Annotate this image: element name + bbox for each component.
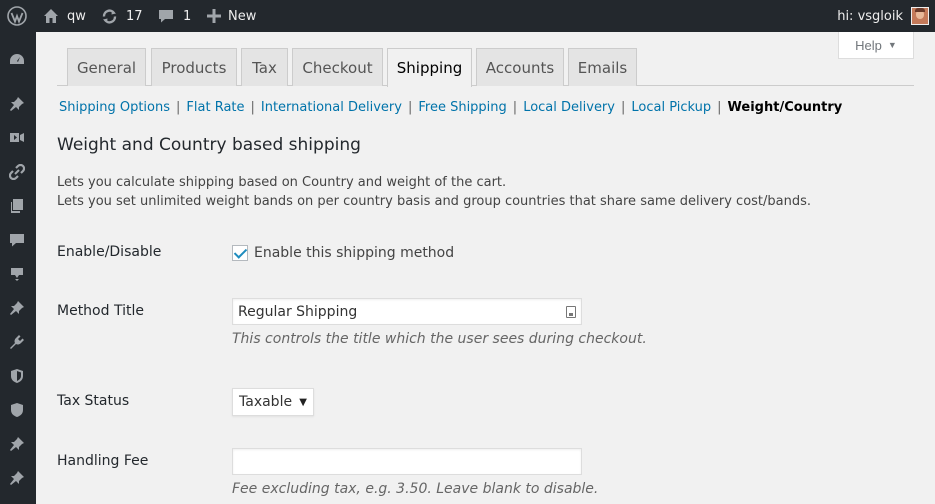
- subnav-shipping-options[interactable]: Shipping Options: [59, 100, 170, 115]
- tab-tax[interactable]: Tax: [241, 48, 288, 86]
- avatar: [911, 7, 929, 25]
- contact-card-icon[interactable]: [566, 306, 576, 318]
- subnav-local-delivery[interactable]: Local Delivery: [523, 100, 615, 115]
- subnav-local-pickup[interactable]: Local Pickup: [631, 100, 711, 115]
- tax-status-label: Tax Status: [57, 393, 130, 409]
- account-greeting: hi: vsgloik: [837, 8, 903, 24]
- description-line: Lets you calculate shipping based on Cou…: [57, 175, 507, 190]
- wordpress-logo-button[interactable]: [0, 0, 33, 32]
- tab-general[interactable]: General: [67, 48, 146, 86]
- handling-fee-label: Handling Fee: [57, 453, 149, 469]
- dropdown-arrow-icon: ▼: [299, 396, 307, 408]
- plugins-icon[interactable]: [7, 332, 27, 352]
- subnav-separator: |: [176, 100, 181, 115]
- tab-emails[interactable]: Emails: [568, 48, 637, 86]
- handling-fee-field: [232, 448, 582, 475]
- shipping-subnav: Shipping Options | Flat Rate | International…: [59, 100, 842, 115]
- method-title-label: Method Title: [57, 303, 144, 319]
- tab-shipping[interactable]: Shipping: [387, 48, 472, 87]
- admin-side-menu: [0, 32, 36, 504]
- subnav-separator: |: [407, 100, 413, 115]
- subnav-separator: |: [512, 100, 518, 115]
- tax-status-value: Taxable: [239, 394, 293, 410]
- subnav-separator: |: [250, 100, 255, 115]
- site-name-link[interactable]: qw: [43, 0, 86, 32]
- subnav-international-delivery[interactable]: International Delivery: [261, 100, 402, 115]
- posts-pin-icon[interactable]: [7, 94, 27, 114]
- woocommerce-icon[interactable]: [7, 264, 27, 284]
- handling-fee-input[interactable]: [232, 448, 582, 475]
- description-line: Lets you set unlimited weight bands on p…: [57, 194, 812, 209]
- method-title-value: Regular Shipping: [238, 303, 358, 320]
- enable-field: Enable this shipping method: [232, 242, 454, 261]
- home-icon: [44, 9, 58, 23]
- section-description: Lets you calculate shipping based on Cou…: [57, 173, 811, 211]
- shield-icon[interactable]: [7, 400, 27, 420]
- settings-pin-icon[interactable]: [7, 434, 27, 454]
- extra-pin-icon[interactable]: [7, 468, 27, 488]
- subnav-separator: |: [717, 100, 722, 115]
- tab-accounts[interactable]: Accounts: [476, 48, 564, 86]
- subnav-separator: |: [620, 100, 626, 115]
- updates-count: 17: [126, 8, 143, 24]
- enable-disable-label: Enable/Disable: [57, 244, 162, 260]
- new-content-link[interactable]: New: [207, 0, 256, 32]
- tab-checkout[interactable]: Checkout: [292, 48, 383, 86]
- my-account-menu[interactable]: hi: vsgloik: [837, 0, 929, 32]
- section-title: Weight and Country based shipping: [57, 135, 361, 155]
- subnav-flat-rate[interactable]: Flat Rate: [186, 100, 244, 115]
- handling-fee-help: Fee excluding tax, e.g. 3.50. Leave blan…: [232, 481, 599, 497]
- comments-count: 1: [183, 8, 192, 24]
- enable-checkbox-label[interactable]: Enable this shipping method: [254, 245, 454, 261]
- comments-link[interactable]: 1: [158, 0, 191, 32]
- updates-link[interactable]: 17: [101, 0, 143, 32]
- dashboard-icon[interactable]: [7, 50, 27, 70]
- method-title-input[interactable]: Regular Shipping: [232, 298, 582, 325]
- site-name: qw: [67, 8, 86, 24]
- subnav-current-weight-country: Weight/Country: [727, 100, 843, 115]
- plus-icon: [207, 9, 221, 23]
- updates-icon: [102, 8, 117, 24]
- tax-status-field: Taxable ▼: [232, 388, 314, 416]
- method-title-help: This controls the title which the user s…: [232, 331, 647, 347]
- comment-icon: [159, 10, 173, 23]
- tax-status-select[interactable]: Taxable ▼: [232, 388, 314, 416]
- shield-half-icon[interactable]: [7, 366, 27, 386]
- links-icon[interactable]: [7, 162, 27, 182]
- wordpress-icon: [6, 6, 27, 26]
- products-pin-icon[interactable]: [7, 298, 27, 318]
- media-icon[interactable]: [7, 128, 27, 148]
- comments-icon[interactable]: [7, 230, 27, 250]
- new-label: New: [228, 8, 257, 24]
- pages-icon[interactable]: [7, 196, 27, 216]
- tab-products[interactable]: Products: [151, 48, 237, 86]
- method-title-field: Regular Shipping: [232, 298, 582, 325]
- admin-bar: qw 17 1 New hi: vsgloik: [0, 0, 935, 32]
- main-content: Help ▼ General Products Tax Checkout Shi…: [36, 32, 935, 504]
- subnav-free-shipping[interactable]: Free Shipping: [418, 100, 506, 115]
- settings-tabs: General Products Tax Checkout Shipping A…: [57, 48, 914, 87]
- enable-checkbox[interactable]: [232, 244, 248, 261]
